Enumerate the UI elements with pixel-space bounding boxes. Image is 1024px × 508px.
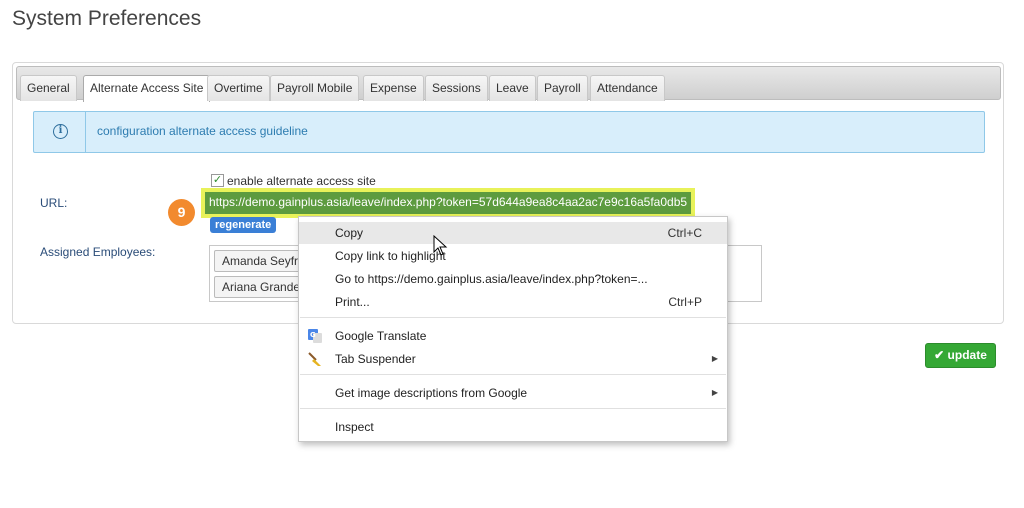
menu-separator xyxy=(300,374,726,375)
menu-item-tab-suspender[interactable]: Tab Suspender ▶ xyxy=(299,348,727,370)
menu-item-google-translate[interactable]: G Google Translate xyxy=(299,325,727,347)
menu-item-print[interactable]: Print... Ctrl+P xyxy=(299,291,727,313)
tab-overtime[interactable]: Overtime xyxy=(207,75,270,101)
tab-general[interactable]: General xyxy=(20,75,77,101)
submenu-arrow-icon: ▶ xyxy=(711,354,718,363)
tab-bar: General Alternate Access Site Overtime P… xyxy=(16,66,1001,102)
menu-shortcut: Ctrl+P xyxy=(668,295,702,309)
menu-item-copy-link-to-highlight[interactable]: Copy link to highlight xyxy=(299,245,727,267)
info-alert: i configuration alternate access guideli… xyxy=(33,111,985,153)
tab-attendance[interactable]: Attendance xyxy=(590,75,665,101)
info-guideline-link[interactable]: configuration alternate access guideline xyxy=(97,124,308,138)
tab-leave[interactable]: Leave xyxy=(489,75,536,101)
update-button[interactable]: ✔ update xyxy=(925,343,996,368)
info-circle-icon: i xyxy=(53,124,68,139)
menu-separator xyxy=(300,317,726,318)
menu-shortcut: Ctrl+C xyxy=(667,226,702,240)
menu-item-inspect[interactable]: Inspect xyxy=(299,416,727,438)
tab-sessions[interactable]: Sessions xyxy=(425,75,488,101)
employee-tag[interactable]: Amanda Seyfr xyxy=(214,250,307,272)
check-icon: ✔ xyxy=(934,348,945,362)
employee-tag[interactable]: Ariana Grande xyxy=(214,276,309,298)
enable-alternate-access-label: enable alternate access site xyxy=(227,174,376,188)
submenu-arrow-icon: ▶ xyxy=(711,388,718,397)
step-badge: 9 xyxy=(168,199,195,226)
update-button-label: update xyxy=(947,348,987,362)
google-translate-icon: G xyxy=(308,329,322,343)
menu-item-image-descriptions[interactable]: Get image descriptions from Google ▶ xyxy=(299,382,727,404)
menu-item-go-to-url[interactable]: Go to https://demo.gainplus.asia/leave/i… xyxy=(299,268,727,290)
tab-payroll[interactable]: Payroll xyxy=(537,75,588,101)
tab-expense[interactable]: Expense xyxy=(363,75,424,101)
menu-separator xyxy=(300,408,726,409)
url-label: URL: xyxy=(40,196,68,210)
svg-text:G: G xyxy=(310,331,316,339)
tab-alternate-access-site[interactable]: Alternate Access Site xyxy=(83,75,211,102)
mouse-pointer-icon xyxy=(433,235,448,256)
access-url-link[interactable]: https://demo.gainplus.asia/leave/index.p… xyxy=(205,192,692,214)
page-title: System Preferences xyxy=(12,7,202,30)
assigned-employees-label: Assigned Employees: xyxy=(40,245,156,259)
broom-icon xyxy=(308,352,321,366)
menu-item-copy[interactable]: Copy Ctrl+C xyxy=(299,222,727,244)
tab-payroll-mobile[interactable]: Payroll Mobile xyxy=(270,75,360,101)
regenerate-button[interactable]: regenerate xyxy=(210,217,277,233)
context-menu: Copy Ctrl+C Copy link to highlight Go to… xyxy=(298,216,728,442)
enable-alternate-access-checkbox[interactable]: ✓ xyxy=(211,174,224,187)
